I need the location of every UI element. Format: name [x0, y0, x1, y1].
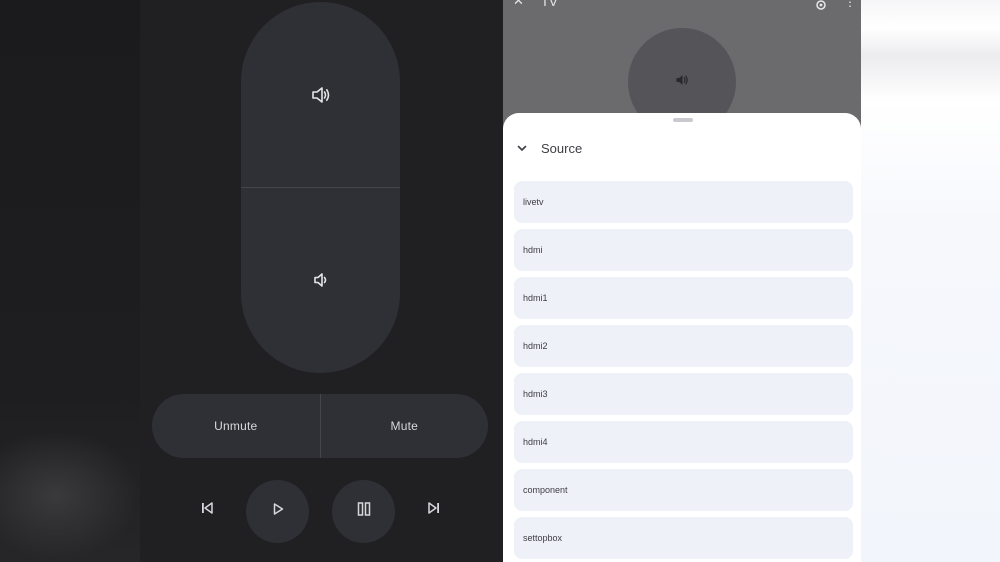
remote-control-panel: Unmute Mute: [140, 0, 503, 562]
skip-next-icon: [427, 501, 441, 520]
volume-down-icon: [313, 272, 329, 288]
app-top-bar: ✕ TV ⋮: [503, 0, 861, 14]
skip-previous-icon: [200, 501, 214, 520]
app-title: TV: [541, 0, 558, 9]
tv-remote-app: ✕ TV ⋮ Source livetv hdmi hdmi1 hdmi2 hd…: [503, 0, 861, 562]
source-bottom-sheet: Source livetv hdmi hdmi1 hdmi2 hdmi3 hdm…: [503, 113, 861, 562]
volume-down-button[interactable]: [241, 187, 400, 372]
chevron-down-icon[interactable]: [516, 142, 528, 154]
source-item-hdmi1[interactable]: hdmi1: [514, 277, 853, 319]
source-list: livetv hdmi hdmi1 hdmi2 hdmi3 hdmi4 comp…: [514, 181, 853, 562]
unmute-button[interactable]: Unmute: [152, 394, 320, 458]
next-button[interactable]: [419, 495, 449, 525]
media-transport: [140, 478, 503, 544]
close-icon[interactable]: ✕: [513, 0, 527, 7]
screen: Unmute Mute ✕ TV ⋮ Source livetv hdmi hd…: [0, 0, 1000, 562]
pause-button[interactable]: [332, 480, 395, 543]
previous-button[interactable]: [192, 495, 222, 525]
play-icon: [271, 502, 285, 521]
play-button[interactable]: [246, 480, 309, 543]
pause-icon: [356, 501, 372, 522]
source-item-hdmi3[interactable]: hdmi3: [514, 373, 853, 415]
mute-controls: Unmute Mute: [152, 394, 488, 458]
source-item-component[interactable]: component: [514, 469, 853, 511]
mute-button[interactable]: Mute: [319, 394, 489, 458]
sheet-title: Source: [541, 140, 583, 156]
source-item-hdmi[interactable]: hdmi: [514, 229, 853, 271]
drag-handle[interactable]: [673, 118, 693, 122]
more-vert-icon[interactable]: ⋮: [844, 0, 856, 9]
source-item-livetv[interactable]: livetv: [514, 181, 853, 223]
source-item-hdmi4[interactable]: hdmi4: [514, 421, 853, 463]
source-item-hdmi2[interactable]: hdmi2: [514, 325, 853, 367]
gear-icon[interactable]: [815, 0, 827, 10]
blurred-backdrop-left: [0, 0, 140, 562]
volume-icon: [675, 73, 689, 91]
blurred-backdrop-right: [861, 0, 1000, 562]
volume-up-icon: [311, 86, 331, 104]
source-item-settopbox[interactable]: settopbox: [514, 517, 853, 559]
volume-rocker: [241, 2, 400, 373]
sheet-header: Source: [503, 131, 861, 165]
volume-up-button[interactable]: [241, 2, 400, 187]
